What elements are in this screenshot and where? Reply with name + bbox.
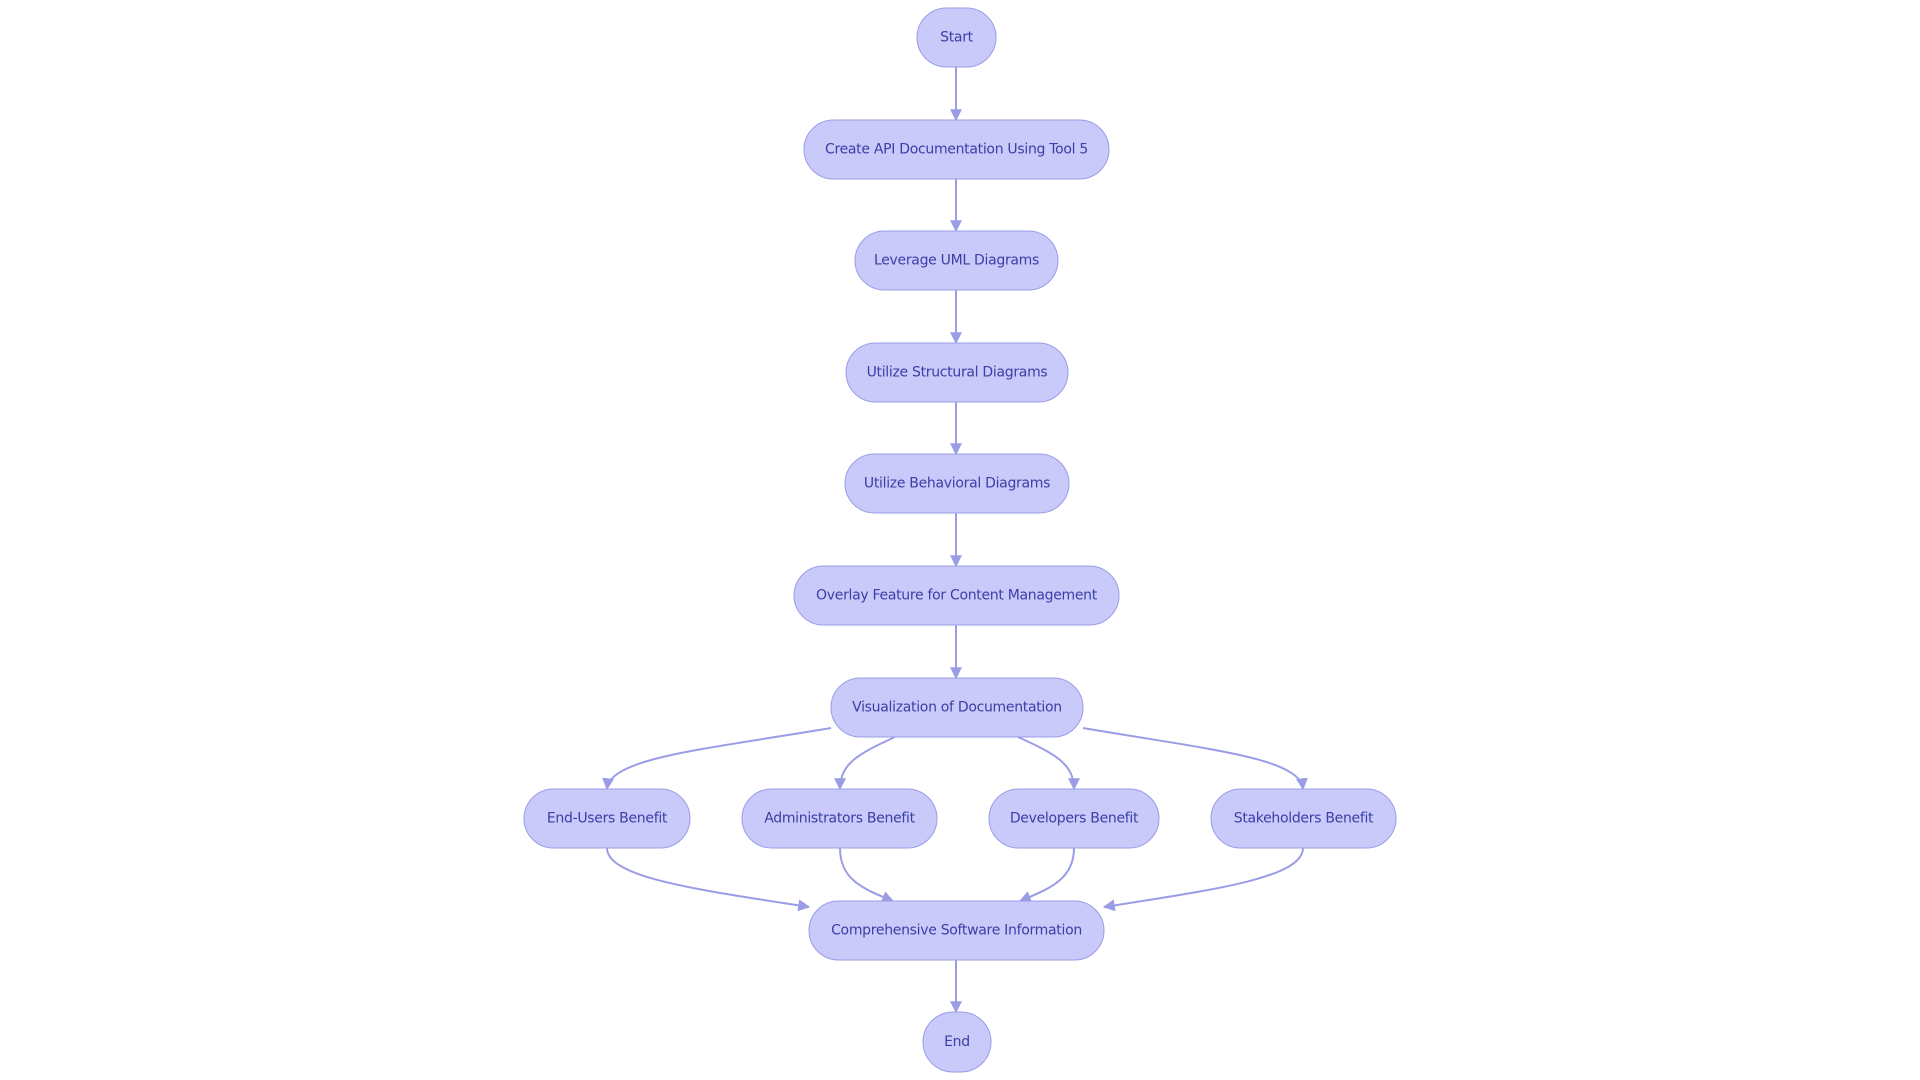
node-overlay[interactable]: Overlay Feature for Content Management xyxy=(793,565,1120,626)
node-end-users[interactable]: End-Users Benefit xyxy=(523,788,691,849)
edge-visualization-to-administrators xyxy=(834,736,896,791)
node-structural[interactable]: Utilize Structural Diagrams xyxy=(845,342,1069,403)
node-end[interactable]: End xyxy=(922,1011,992,1073)
node-start[interactable]: Start xyxy=(916,7,997,68)
edge-end-users-to-comprehensive xyxy=(606,847,811,912)
node-label: Comprehensive Software Information xyxy=(831,923,1082,939)
node-label: End-Users Benefit xyxy=(547,811,668,827)
edge-developers-to-comprehensive xyxy=(1018,847,1075,903)
node-label: Visualization of Documentation xyxy=(852,700,1062,716)
node-stakeholders[interactable]: Stakeholders Benefit xyxy=(1210,788,1397,849)
node-label: Start xyxy=(940,30,974,46)
flowchart: Start Create API Documentation Using Tool… xyxy=(523,7,1397,1073)
node-label: Stakeholders Benefit xyxy=(1234,811,1374,827)
node-label: End xyxy=(944,1034,970,1050)
node-administrators[interactable]: Administrators Benefit xyxy=(741,788,938,849)
node-behavioral[interactable]: Utilize Behavioral Diagrams xyxy=(844,453,1070,514)
edge-visualization-to-end-users xyxy=(602,727,832,791)
edge-stakeholders-to-comprehensive xyxy=(1102,847,1304,912)
node-label: Overlay Feature for Content Management xyxy=(816,588,1098,604)
node-visualization[interactable]: Visualization of Documentation xyxy=(830,677,1084,738)
node-label: Utilize Structural Diagrams xyxy=(867,365,1048,381)
edge-visualization-to-stakeholders xyxy=(1082,727,1308,791)
node-label: Utilize Behavioral Diagrams xyxy=(864,476,1050,492)
node-label: Administrators Benefit xyxy=(764,811,915,827)
node-label: Developers Benefit xyxy=(1010,811,1139,827)
edge-administrators-to-comprehensive xyxy=(839,847,895,903)
node-create-api[interactable]: Create API Documentation Using Tool 5 xyxy=(803,119,1110,180)
edges xyxy=(602,67,1308,1014)
node-label: Create API Documentation Using Tool 5 xyxy=(825,142,1088,158)
edge-visualization-to-developers xyxy=(1017,736,1080,791)
node-comprehensive[interactable]: Comprehensive Software Information xyxy=(808,900,1105,961)
nodes: Start Create API Documentation Using Tool… xyxy=(523,7,1397,1073)
node-leverage-uml[interactable]: Leverage UML Diagrams xyxy=(854,230,1059,291)
node-developers[interactable]: Developers Benefit xyxy=(988,788,1160,849)
node-label: Leverage UML Diagrams xyxy=(874,253,1039,269)
